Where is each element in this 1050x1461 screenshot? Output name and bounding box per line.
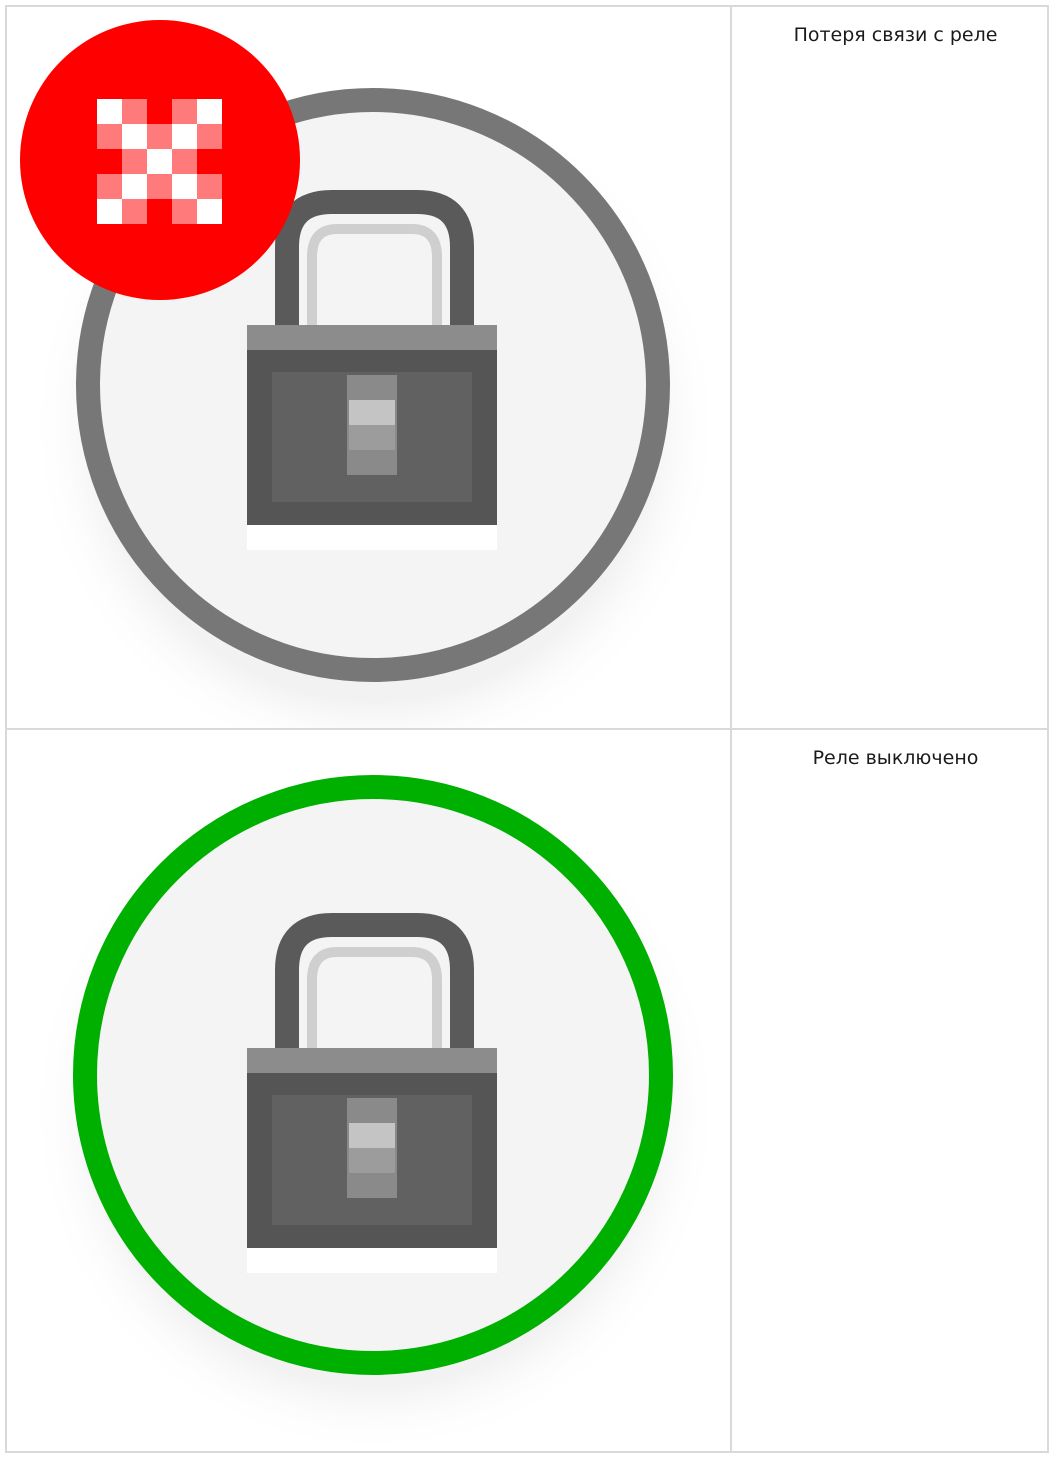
icon-cell [5, 5, 732, 730]
error-x-icon [20, 20, 300, 300]
status-icon-table: Потеря связи с реле Реле выключено [5, 5, 1049, 1453]
icon-cell [5, 728, 732, 1453]
table-row: Реле выключено [5, 728, 1049, 1453]
status-label: Потеря связи с реле [793, 24, 998, 46]
label-cell: Реле выключено [730, 728, 1049, 1453]
relay-lock-icon [30, 765, 720, 1451]
table-row: Потеря связи с реле [5, 5, 1049, 730]
status-label: Реле выключено [812, 747, 979, 769]
relay-lock-icon [20, 20, 720, 728]
label-cell: Потеря связи с реле [730, 5, 1049, 730]
